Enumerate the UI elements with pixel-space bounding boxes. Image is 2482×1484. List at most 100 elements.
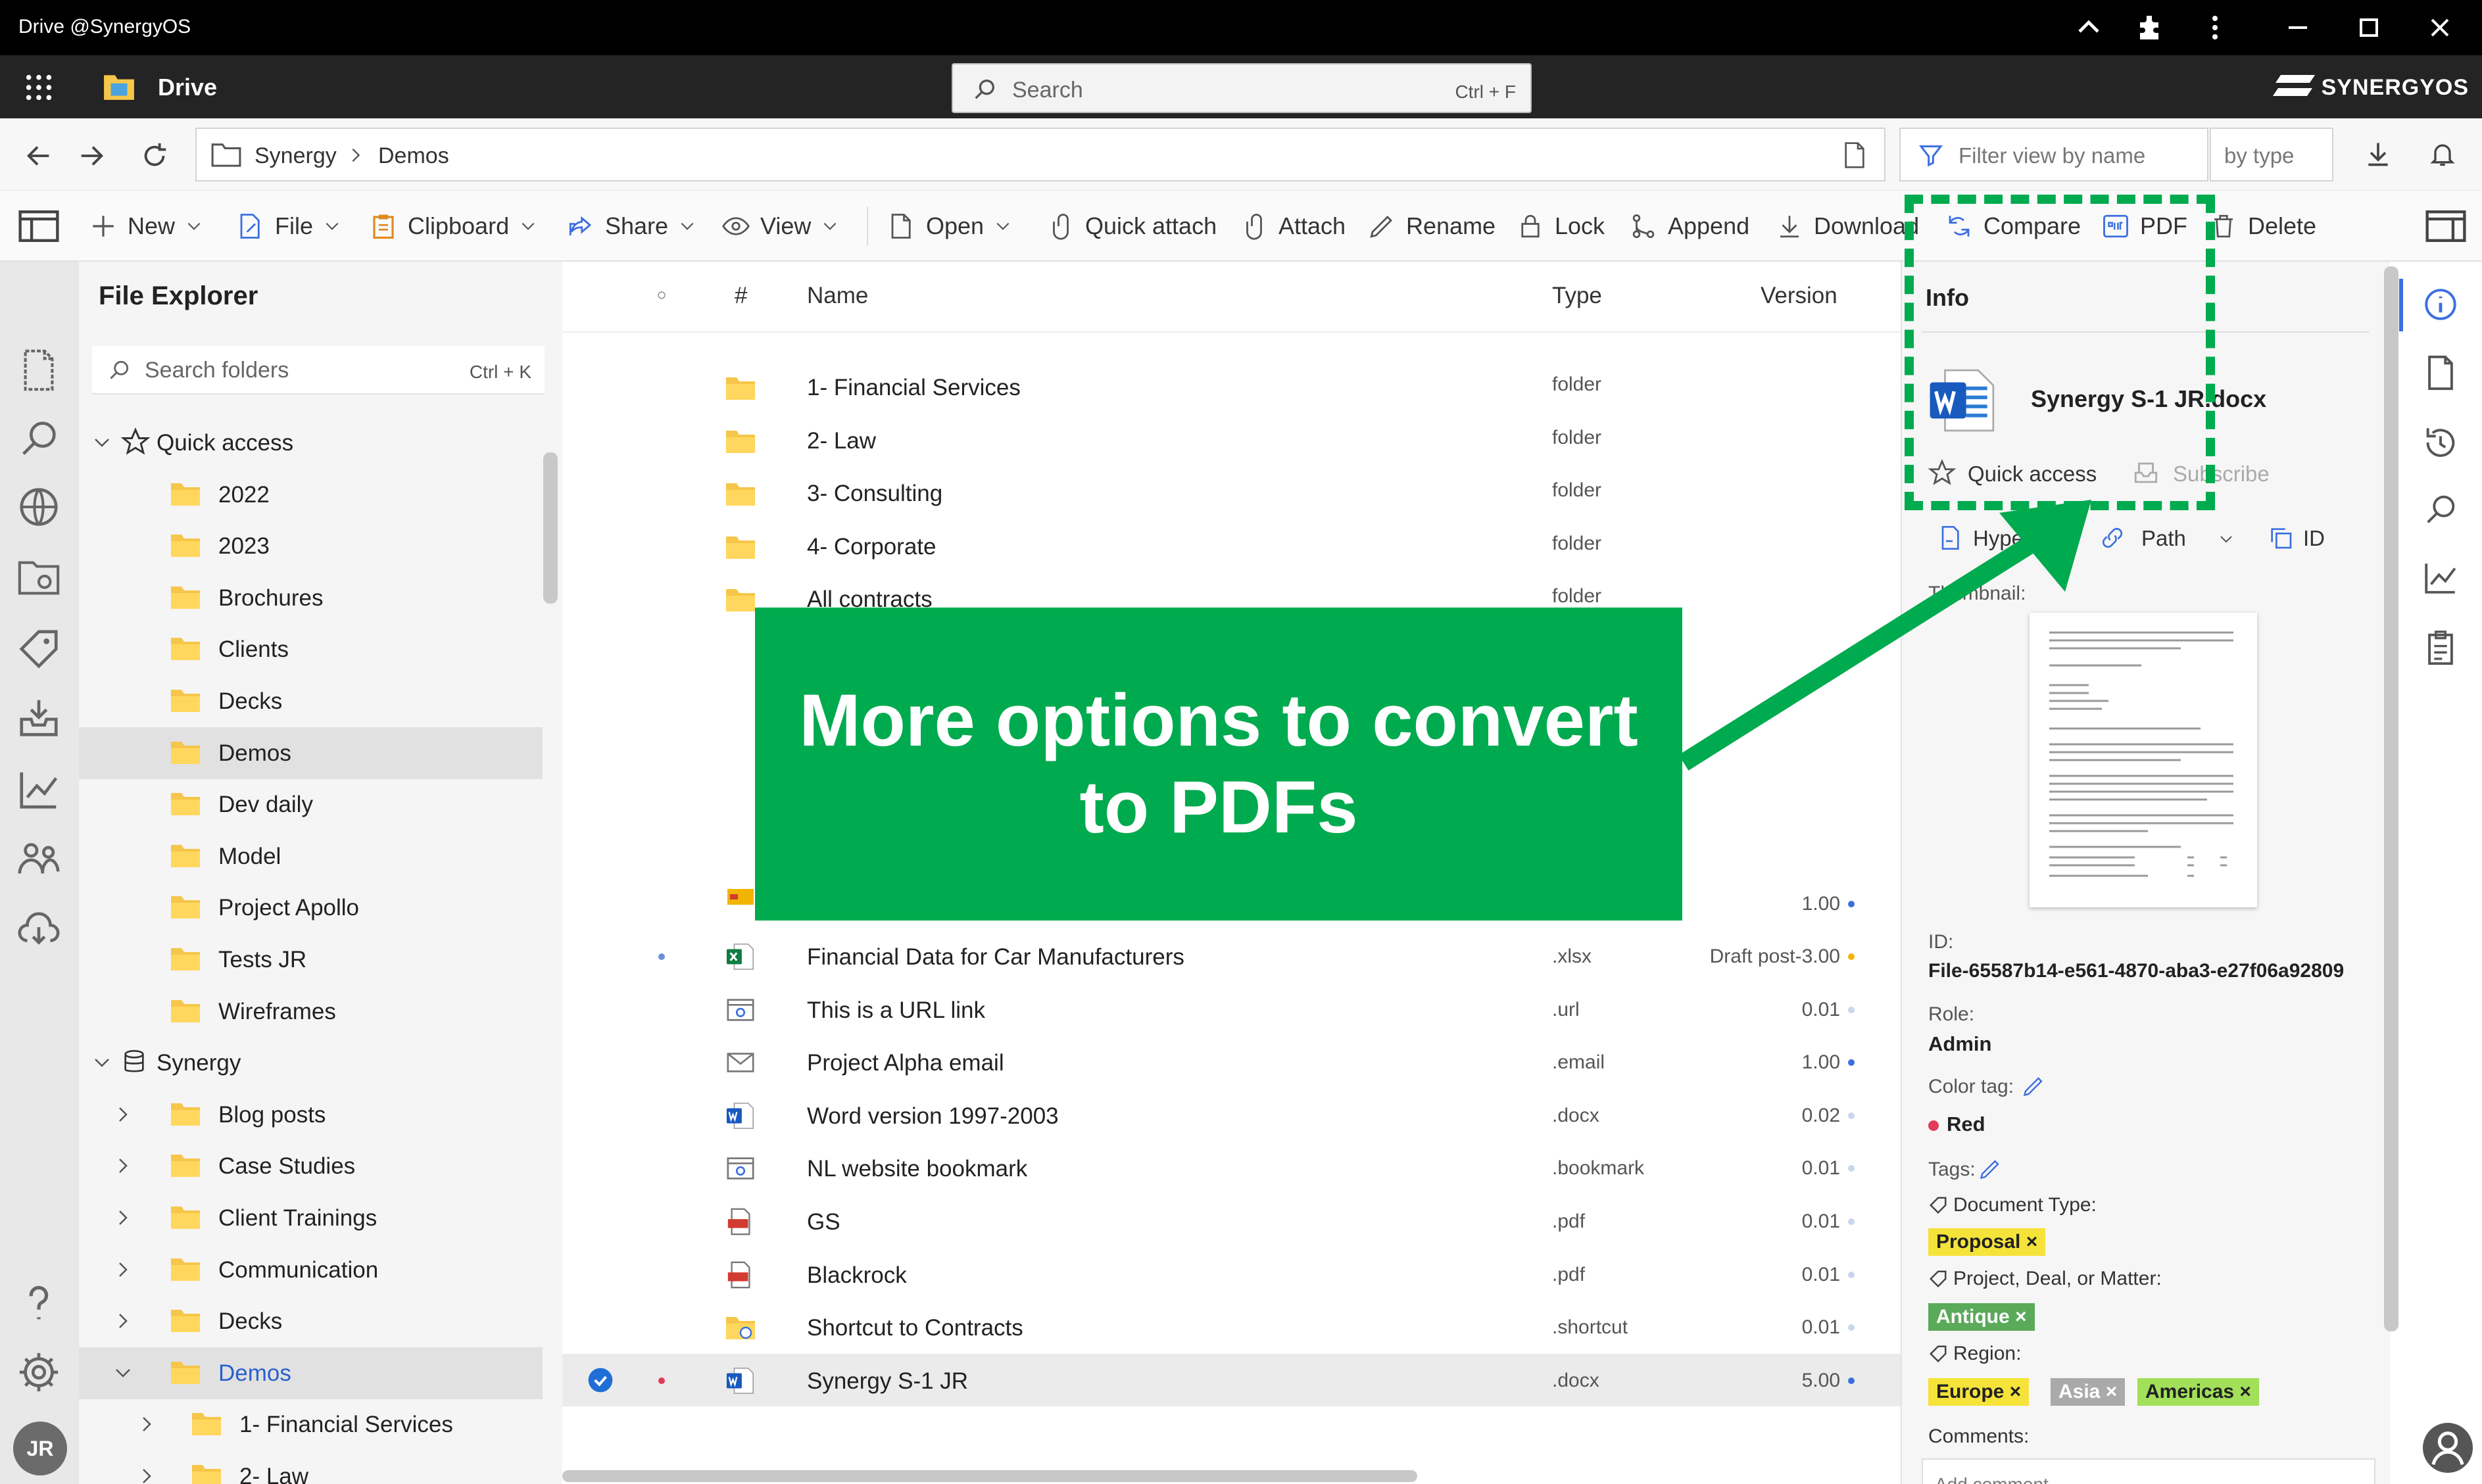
clipboard-button[interactable]: Clipboard bbox=[370, 191, 537, 262]
tree-item-project-apollo[interactable]: Project Apollo bbox=[79, 882, 543, 934]
toggle-pane-icon[interactable] bbox=[18, 210, 59, 242]
share-button[interactable]: Share bbox=[567, 191, 696, 262]
people-icon[interactable] bbox=[16, 835, 62, 881]
chevron-right-icon[interactable] bbox=[113, 1311, 133, 1331]
tree-item-synergy-client-trainings[interactable]: Client Trainings bbox=[79, 1192, 543, 1244]
tag-chip-proposal[interactable]: Proposal × bbox=[1928, 1228, 2046, 1256]
tree-item-2023[interactable]: 2023 bbox=[79, 520, 543, 572]
tree-item-demos-2-law[interactable]: 2- Law bbox=[79, 1450, 543, 1484]
chart-line-icon[interactable] bbox=[2421, 559, 2460, 597]
cloud-sync-icon[interactable] bbox=[16, 906, 62, 952]
table-row[interactable]: Synergy S-1 JR .docx 5.00 bbox=[562, 1353, 1901, 1406]
selected-check-icon[interactable] bbox=[587, 1367, 614, 1393]
tree-item-model[interactable]: Model bbox=[79, 830, 543, 882]
search-icon[interactable] bbox=[2421, 491, 2460, 529]
table-row[interactable]: Word version 1997-2003 .docx 0.02 bbox=[562, 1089, 1901, 1141]
rename-button[interactable]: Rename bbox=[1368, 191, 1496, 262]
extensions-icon[interactable] bbox=[2133, 12, 2165, 43]
chart-line-icon[interactable] bbox=[16, 767, 62, 813]
more-vertical-icon[interactable] bbox=[2199, 12, 2231, 43]
table-row[interactable]: NL website bookmark .bookmark 0.01 bbox=[562, 1141, 1901, 1194]
bell-icon[interactable] bbox=[2428, 139, 2457, 168]
horizontal-scrollbar[interactable] bbox=[562, 1470, 1417, 1482]
document-icon[interactable] bbox=[1842, 142, 1867, 168]
chevron-down-icon[interactable] bbox=[92, 1053, 112, 1072]
table-row[interactable]: 2- Law folder bbox=[562, 414, 1901, 466]
tree-item-quick-access[interactable]: Quick access bbox=[79, 417, 543, 469]
edit-pencil-icon[interactable] bbox=[1978, 1157, 2002, 1181]
chevron-down-icon[interactable] bbox=[2216, 531, 2236, 547]
chevron-right-icon[interactable] bbox=[137, 1466, 157, 1484]
edit-pencil-icon[interactable] bbox=[2022, 1074, 2045, 1098]
chevron-right-icon[interactable] bbox=[137, 1414, 157, 1434]
filter-by-name-input[interactable]: Filter view by name bbox=[1899, 128, 2208, 181]
copy-id-icon[interactable] bbox=[2268, 525, 2294, 551]
lock-button[interactable]: Lock bbox=[1517, 191, 1605, 262]
avatar[interactable]: JR bbox=[13, 1422, 67, 1475]
chevron-down-icon[interactable] bbox=[113, 1363, 133, 1383]
breadcrumb-synergy[interactable]: Synergy bbox=[255, 143, 337, 169]
tree-item-clients[interactable]: Clients bbox=[79, 623, 543, 675]
tree-item-synergy[interactable]: Synergy bbox=[79, 1037, 543, 1089]
table-row[interactable]: This is a URL link .url 0.01 bbox=[562, 983, 1901, 1036]
tree-item-synergy-blog-posts[interactable]: Blog posts bbox=[79, 1089, 543, 1141]
globe-icon[interactable] bbox=[16, 484, 62, 530]
tag-chip-antique[interactable]: Antique × bbox=[1928, 1303, 2035, 1331]
download-icon[interactable] bbox=[2364, 139, 2393, 168]
refresh-icon[interactable] bbox=[139, 141, 170, 171]
tree-item-decks[interactable]: Decks bbox=[79, 675, 543, 727]
chevron-right-icon[interactable] bbox=[113, 1156, 133, 1176]
search-icon[interactable] bbox=[16, 416, 62, 462]
tree-item-synergy-communication[interactable]: Communication bbox=[79, 1244, 543, 1296]
id-button[interactable]: ID bbox=[2303, 526, 2325, 551]
minimize-icon[interactable] bbox=[2282, 12, 2314, 43]
tree-item-wireframes[interactable]: Wireframes bbox=[79, 986, 543, 1038]
attach-button[interactable]: Attach bbox=[1240, 191, 1346, 262]
document-icon[interactable] bbox=[2421, 354, 2460, 392]
table-row[interactable]: 1- Financial Services folder bbox=[562, 360, 1901, 413]
column-type[interactable]: Type bbox=[1552, 283, 1602, 309]
quick-attach-button[interactable]: Quick attach bbox=[1047, 191, 1217, 262]
tag-chip-europe[interactable]: Europe × bbox=[1928, 1378, 2030, 1406]
tree-item-dev-daily[interactable]: Dev daily bbox=[79, 778, 543, 830]
tag-chip-asia[interactable]: Asia × bbox=[2051, 1378, 2126, 1406]
tree-item-demos[interactable]: Demos bbox=[79, 727, 543, 779]
forward-arrow-icon[interactable] bbox=[76, 141, 107, 171]
delete-button[interactable]: Delete bbox=[2210, 191, 2316, 262]
column-version[interactable]: Version bbox=[1761, 283, 1837, 309]
path-button[interactable]: Path bbox=[2141, 526, 2186, 551]
table-row[interactable]: GS .pdf 0.01 bbox=[562, 1195, 1901, 1247]
table-row[interactable]: Blackrock .pdf 0.01 bbox=[562, 1248, 1901, 1301]
comment-input[interactable]: Add comment bbox=[1922, 1458, 2375, 1484]
select-all-radio-icon[interactable] bbox=[657, 291, 666, 300]
info-scrollbar[interactable] bbox=[2384, 266, 2398, 1331]
file-button[interactable]: File bbox=[237, 191, 341, 262]
new-button[interactable]: New bbox=[89, 191, 203, 262]
app-launcher-icon[interactable] bbox=[24, 72, 54, 103]
append-button[interactable]: Append bbox=[1630, 191, 1749, 262]
user-profile-button[interactable] bbox=[2423, 1423, 2473, 1473]
table-row[interactable]: Project Alpha email .email 1.00 bbox=[562, 1036, 1901, 1088]
document-icon[interactable] bbox=[16, 347, 62, 393]
chevron-up-icon[interactable] bbox=[2073, 12, 2105, 43]
tag-chip-americas[interactable]: Americas × bbox=[2137, 1378, 2259, 1406]
tree-item-demos-1-financial-services[interactable]: 1- Financial Services bbox=[79, 1399, 543, 1450]
open-button[interactable]: Open bbox=[888, 191, 1011, 262]
tree-item-synergy-case-studies[interactable]: Case Studies bbox=[79, 1140, 543, 1192]
tree-item-brochures[interactable]: Brochures bbox=[79, 572, 543, 624]
tag-icon[interactable] bbox=[16, 626, 62, 672]
chevron-right-icon[interactable] bbox=[113, 1105, 133, 1124]
table-row[interactable]: Shortcut to Contracts .shortcut 0.01 bbox=[562, 1301, 1901, 1353]
breadcrumb-demos[interactable]: Demos bbox=[378, 143, 449, 169]
maximize-icon[interactable] bbox=[2353, 12, 2385, 43]
folder-search-icon[interactable] bbox=[16, 555, 62, 601]
tree-item-2022[interactable]: 2022 bbox=[79, 469, 543, 521]
tree-scrollbar[interactable] bbox=[543, 452, 558, 604]
download-button[interactable]: Download bbox=[1776, 191, 1919, 262]
view-button[interactable]: View bbox=[722, 191, 839, 262]
toggle-info-pane-icon[interactable] bbox=[2425, 210, 2466, 242]
tree-item-synergy-demos[interactable]: Demos bbox=[79, 1347, 543, 1399]
chevron-right-icon[interactable] bbox=[113, 1260, 133, 1280]
search-folders-input[interactable]: Search folders Ctrl + K bbox=[92, 346, 545, 395]
chevron-down-icon[interactable] bbox=[92, 433, 112, 452]
